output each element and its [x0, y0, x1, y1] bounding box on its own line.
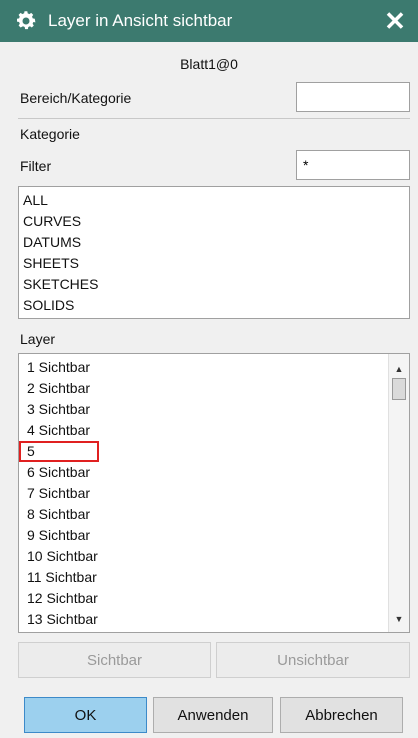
- scroll-down-arrow-icon[interactable]: ▼: [389, 610, 409, 628]
- layer-list-item[interactable]: 9 Sichtbar: [19, 525, 409, 546]
- layer-list[interactable]: 1 Sichtbar 2 Sichtbar 3 Sichtbar 4 Sichtbar…: [18, 353, 410, 633]
- ok-button[interactable]: OK: [24, 697, 147, 733]
- scroll-thumb[interactable]: [392, 378, 406, 400]
- category-section-label: Kategorie: [20, 126, 80, 142]
- layer-list-item[interactable]: 13 Sichtbar: [19, 609, 409, 630]
- category-list-item[interactable]: SKETCHES: [19, 274, 409, 295]
- view-name: Blatt1@0: [180, 56, 238, 72]
- layer-list-scrollbar[interactable]: ▲ ▼: [388, 354, 409, 632]
- category-list-item[interactable]: DATUMS: [19, 232, 409, 253]
- close-button[interactable]: ✕: [380, 6, 410, 36]
- layer-list-item[interactable]: 6 Sichtbar: [19, 462, 409, 483]
- category-list-item[interactable]: SHEETS: [19, 253, 409, 274]
- range-category-input[interactable]: [296, 82, 410, 112]
- filter-label: Filter: [20, 158, 52, 174]
- layer-list-item[interactable]: 4 Sichtbar: [19, 420, 409, 441]
- layer-list-item[interactable]: 10 Sichtbar: [19, 546, 409, 567]
- filter-input[interactable]: [296, 150, 410, 180]
- apply-button[interactable]: Anwenden: [153, 697, 273, 733]
- layer-list-item-highlighted[interactable]: 5: [19, 441, 99, 462]
- layer-list-item[interactable]: 3 Sichtbar: [19, 399, 409, 420]
- range-category-label: Bereich/Kategorie: [20, 90, 132, 106]
- category-list-item[interactable]: CURVES: [19, 211, 409, 232]
- layer-list-item[interactable]: 8 Sichtbar: [19, 504, 409, 525]
- layer-list-item[interactable]: 1 Sichtbar: [19, 357, 409, 378]
- layer-section-label: Layer: [20, 331, 56, 347]
- category-list-item[interactable]: SOLIDS: [19, 295, 409, 316]
- gear-icon: [17, 11, 36, 30]
- dialog-titlebar: Layer in Ansicht sichtbar ✕: [0, 0, 418, 42]
- separator: [18, 118, 410, 119]
- category-list-item[interactable]: ALL: [19, 190, 409, 211]
- layer-list-item[interactable]: 12 Sichtbar: [19, 588, 409, 609]
- invisible-button[interactable]: Unsichtbar: [216, 642, 410, 678]
- dialog-title: Layer in Ansicht sichtbar: [48, 11, 233, 30]
- layer-list-item[interactable]: 11 Sichtbar: [19, 567, 409, 588]
- cancel-button[interactable]: Abbrechen: [280, 697, 403, 733]
- close-icon: ✕: [384, 6, 406, 36]
- layer-list-item[interactable]: 2 Sichtbar: [19, 378, 409, 399]
- visible-button[interactable]: Sichtbar: [18, 642, 211, 678]
- category-list[interactable]: ALL CURVES DATUMS SHEETS SKETCHES SOLIDS: [18, 186, 410, 319]
- layer-list-item[interactable]: 7 Sichtbar: [19, 483, 409, 504]
- scroll-up-arrow-icon[interactable]: ▲: [389, 360, 409, 378]
